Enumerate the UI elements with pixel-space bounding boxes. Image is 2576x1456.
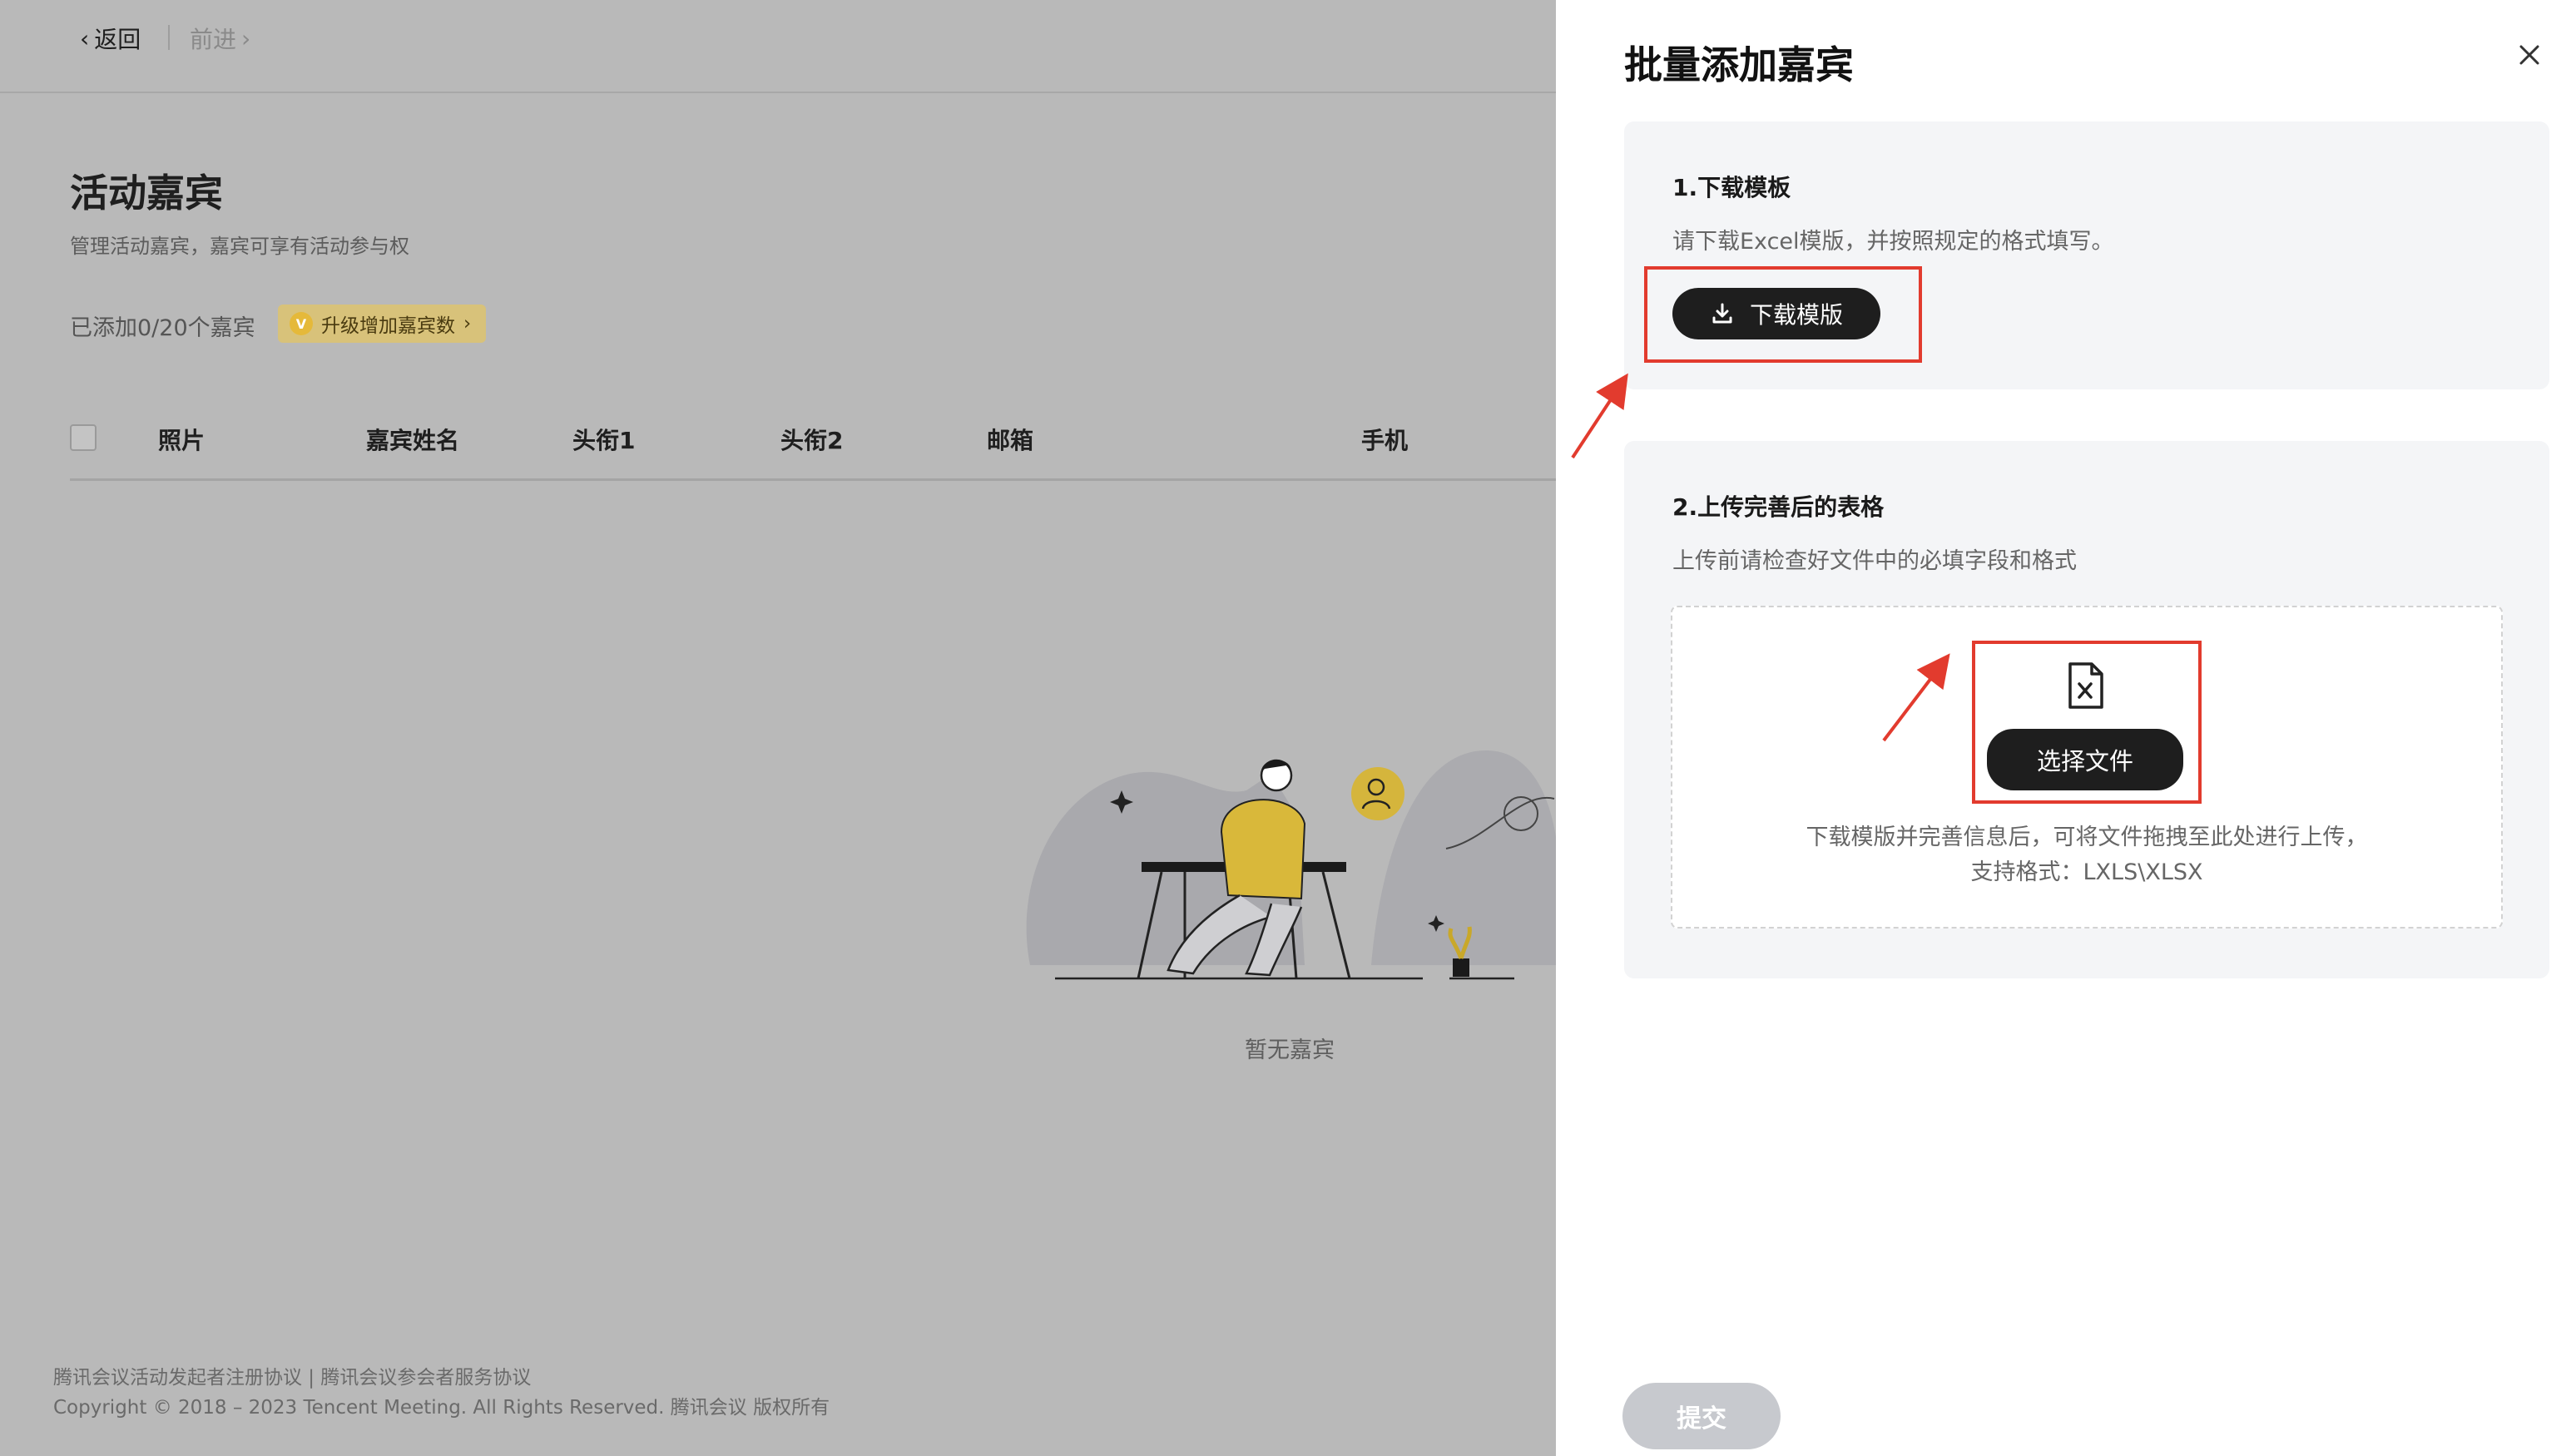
column-header-title1: 头衔1 [572, 427, 636, 454]
upgrade-label: 升级增加嘉宾数 [321, 315, 455, 337]
top-nav-bar: ‹ 返回 前进 › [0, 0, 1556, 93]
step2-description: 上传前请检查好文件中的必填字段和格式 [1672, 548, 2077, 574]
footer-copyright: Copyright © 2018 – 2023 Tencent Meeting.… [53, 1397, 830, 1419]
close-icon [2519, 45, 2539, 65]
step1-title: 1.下载模板 [1672, 174, 1791, 201]
nav-divider [168, 25, 170, 50]
forward-button[interactable]: 前进 › [190, 22, 250, 55]
vip-icon: V [290, 312, 313, 335]
guest-count-text: 已添加0/20个嘉宾 [70, 315, 255, 341]
chevron-left-icon: ‹ [80, 24, 90, 52]
page-title: 活动嘉宾 [70, 171, 223, 215]
drop-hint-line1: 下载模版并完善信息后，可将文件拖拽至此处进行上传， [1806, 825, 2368, 850]
upgrade-button[interactable]: V 升级增加嘉宾数 › [278, 305, 487, 343]
select-all-checkbox[interactable] [70, 424, 97, 451]
page-subtitle: 管理活动嘉宾，嘉宾可享有活动参与权 [70, 235, 409, 258]
column-header-photo: 照片 [158, 427, 206, 454]
drop-hint-line2: 支持格式：LXLS\XLSX [1970, 859, 2203, 885]
step2-card: 2.上传完善后的表格 上传前请检查好文件中的必填字段和格式 选择文件 下载模版并… [1624, 441, 2549, 978]
chevron-right-icon: › [241, 24, 251, 52]
column-header-name: 嘉宾姓名 [366, 427, 460, 454]
back-label: 返回 [94, 26, 141, 53]
close-button[interactable] [2511, 37, 2548, 73]
empty-state-illustration [1026, 750, 1556, 980]
step1-description: 请下载Excel模版，并按照规定的格式填写。 [1672, 229, 2114, 255]
download-template-button[interactable]: 下载模版 [1672, 288, 1880, 339]
step1-card: 1.下载模板 请下载Excel模版，并按照规定的格式填写。 下载模版 [1624, 121, 2549, 389]
column-header-phone: 手机 [1361, 427, 1409, 454]
forward-label: 前进 [190, 26, 237, 53]
download-icon [1712, 303, 1732, 324]
background-page: ‹ 返回 前进 › 活动嘉宾 管理活动嘉宾，嘉宾可享有活动参与权 已添加0/20… [0, 0, 1556, 1456]
file-drop-zone[interactable]: 选择文件 下载模版并完善信息后，可将文件拖拽至此处进行上传， 支持格式：LXLS… [1671, 606, 2503, 929]
footer-links[interactable]: 腾讯会议活动发起者注册协议 | 腾讯会议参会者服务协议 [53, 1361, 531, 1389]
chevron-right-icon: › [463, 313, 472, 334]
column-header-email: 邮箱 [987, 427, 1034, 454]
batch-add-guests-drawer: 批量添加嘉宾 1.下载模板 请下载Excel模版，并按照规定的格式填写。 下载模… [1556, 0, 2576, 1456]
select-file-button[interactable]: 选择文件 [1987, 729, 2183, 790]
submit-label: 提交 [1677, 1404, 1726, 1434]
column-header-title2: 头衔2 [780, 427, 844, 454]
select-file-label: 选择文件 [2036, 747, 2133, 775]
empty-state-text: 暂无嘉宾 [1245, 1038, 1335, 1063]
download-template-label: 下载模版 [1749, 301, 1843, 329]
step2-title: 2.上传完善后的表格 [1672, 493, 1885, 521]
table-header: 照片 嘉宾姓名 头衔1 头衔2 邮箱 手机 [70, 414, 1556, 481]
submit-button[interactable]: 提交 [1622, 1383, 1781, 1449]
drawer-title: 批量添加嘉宾 [1624, 42, 1854, 87]
back-button[interactable]: ‹ 返回 [80, 22, 141, 55]
excel-file-icon [2068, 662, 2103, 709]
